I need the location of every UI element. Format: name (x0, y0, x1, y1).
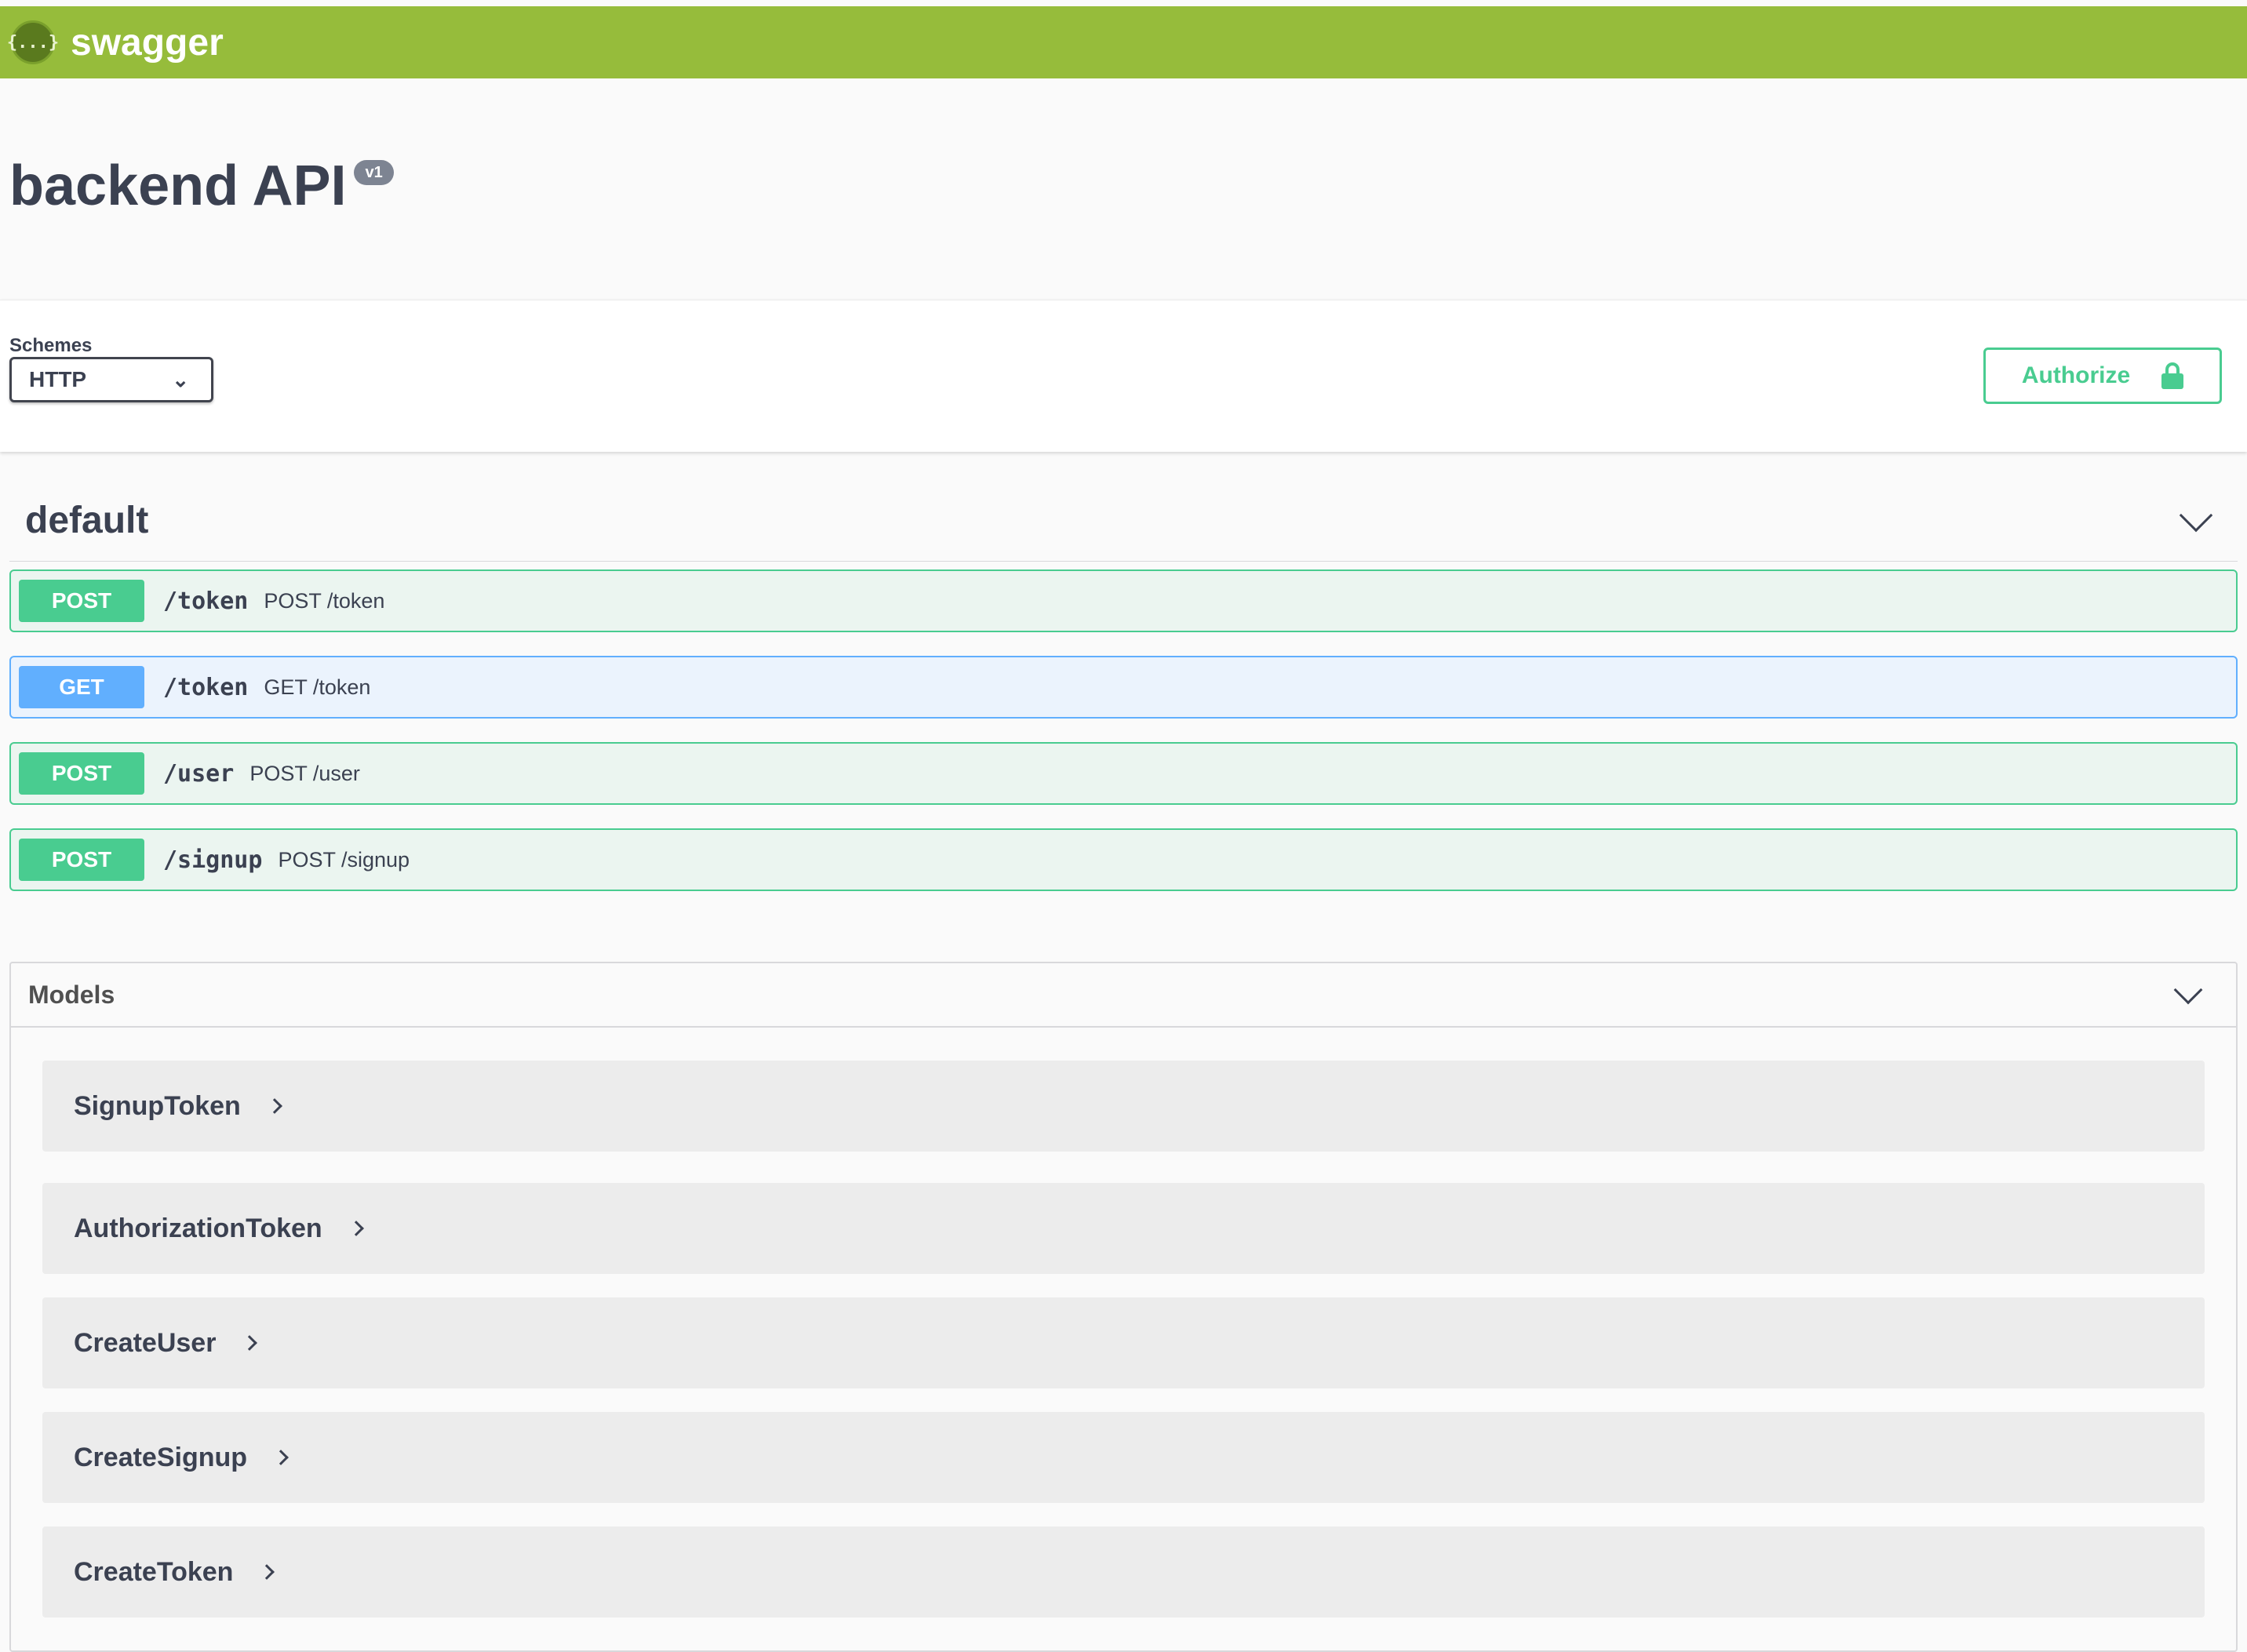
authorize-button[interactable]: Authorize (1983, 348, 2222, 404)
operation-path: /user (163, 759, 235, 788)
chevron-down-icon[interactable] (2179, 498, 2213, 532)
method-badge: POST (19, 580, 144, 622)
page-title: backend API v1 (9, 154, 394, 218)
model-name: CreateUser (74, 1327, 217, 1358)
operation-post-signup[interactable]: POST /signup POST /signup (9, 828, 2238, 891)
operation-summary: POST /signup (278, 847, 410, 871)
model-item[interactable]: SignupToken (42, 1061, 2205, 1152)
chevron-down-icon[interactable] (2173, 975, 2203, 1005)
method-badge: POST (19, 752, 144, 795)
models-header[interactable]: Models (11, 963, 2236, 1028)
operation-summary: POST /token (264, 588, 385, 613)
tag-title: default (25, 500, 149, 541)
swagger-logo-icon[interactable]: {...} (7, 20, 59, 64)
operation-path: /token (163, 587, 249, 615)
method-badge: GET (19, 666, 144, 708)
operation-summary: GET /token (264, 675, 371, 699)
schemes-select[interactable]: HTTP ⌄ (9, 357, 213, 402)
operation-summary: POST /user (249, 761, 360, 785)
top-bar: {...} swagger (0, 6, 2247, 78)
logo-text[interactable]: swagger (71, 21, 224, 64)
models-section: Models SignupToken AuthorizationToken Cr… (9, 962, 2238, 1652)
chevron-right-icon[interactable] (266, 1098, 282, 1114)
operation-post-user[interactable]: POST /user POST /user (9, 742, 2238, 805)
models-title: Models (28, 980, 115, 1009)
lock-icon (2161, 362, 2184, 389)
method-badge: POST (19, 839, 144, 881)
operation-post-token[interactable]: POST /token POST /token (9, 569, 2238, 632)
model-item[interactable]: CreateSignup (42, 1412, 2205, 1503)
model-item[interactable]: CreateToken (42, 1526, 2205, 1617)
chevron-down-icon: ⌄ (172, 367, 189, 391)
scheme-container: Schemes HTTP ⌄ Authorize (0, 300, 2247, 452)
model-name: AuthorizationToken (74, 1213, 322, 1243)
model-name: CreateToken (74, 1556, 234, 1587)
operation-path: /signup (163, 846, 263, 874)
logo-glyph: {...} (6, 32, 60, 53)
operation-get-token[interactable]: GET /token GET /token (9, 656, 2238, 719)
api-info: backend API v1 (0, 78, 2247, 300)
schemes-label: Schemes (9, 335, 93, 356)
authorize-label: Authorize (2021, 362, 2131, 388)
tag-header[interactable]: default (9, 480, 2238, 562)
model-item[interactable]: AuthorizationToken (42, 1183, 2205, 1274)
operation-path: /token (163, 673, 249, 701)
schemes-selected-value: HTTP (29, 367, 87, 391)
api-title: backend API (9, 155, 347, 217)
model-item[interactable]: CreateUser (42, 1297, 2205, 1388)
chevron-right-icon[interactable] (273, 1450, 289, 1465)
chevron-right-icon[interactable] (259, 1564, 275, 1580)
model-name: SignupToken (74, 1090, 241, 1121)
tag-section-default: default (9, 480, 2238, 562)
version-badge: v1 (354, 160, 394, 185)
chevron-right-icon[interactable] (242, 1335, 258, 1351)
chevron-right-icon[interactable] (348, 1221, 364, 1236)
model-name: CreateSignup (74, 1442, 248, 1472)
